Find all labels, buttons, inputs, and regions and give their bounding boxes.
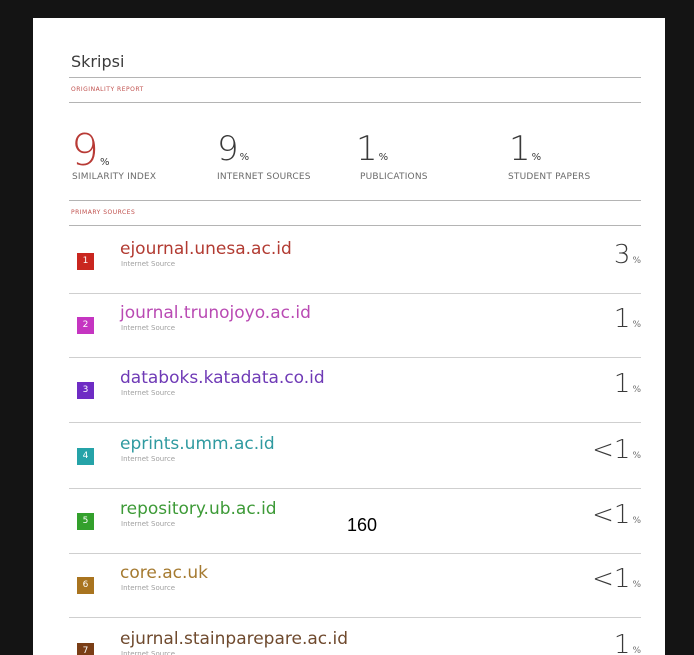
- source-row: 3 databoks.katadata.co.id Internet Sourc…: [69, 359, 641, 423]
- internet-sources-value: 9: [217, 129, 239, 169]
- row-divider: [69, 422, 641, 423]
- row-divider: [69, 357, 641, 358]
- similarity-index-value: 9: [71, 125, 99, 176]
- student-papers-value: 1: [509, 129, 531, 169]
- window-frame-left: [0, 0, 33, 655]
- row-divider: [69, 617, 641, 618]
- source-row: 2 journal.trunojoyo.ac.id Internet Sourc…: [69, 294, 641, 358]
- source-rank-badge: 3: [77, 382, 94, 399]
- source-percent: <1%: [592, 564, 641, 594]
- source-type: Internet Source: [121, 455, 176, 463]
- source-row: 1 ejournal.unesa.ac.id Internet Source 3…: [69, 230, 641, 294]
- row-divider: [69, 488, 641, 489]
- source-row: 7 ejurnal.stainparepare.ac.id Internet S…: [69, 620, 641, 655]
- student-papers-label: STUDENT PAPERS: [508, 172, 591, 182]
- source-link[interactable]: databoks.katadata.co.id: [120, 368, 325, 388]
- summary-divider: [69, 200, 641, 201]
- source-link[interactable]: journal.trunojoyo.ac.id: [120, 303, 311, 323]
- source-percent: <1%: [592, 435, 641, 465]
- source-link[interactable]: core.ac.uk: [120, 563, 208, 583]
- publications-label: PUBLICATIONS: [360, 172, 428, 182]
- report-page: Skripsi ORIGINALITY REPORT 9% SIMILARITY…: [33, 18, 665, 655]
- source-rank-badge: 7: [77, 643, 94, 655]
- title-divider: [69, 77, 641, 78]
- source-row: 6 core.ac.uk Internet Source <1%: [69, 554, 641, 618]
- source-type: Internet Source: [121, 584, 176, 592]
- publications-value: 1: [356, 129, 378, 169]
- student-papers-unit: %: [531, 152, 542, 163]
- window-frame-right: [665, 0, 694, 655]
- source-type: Internet Source: [121, 324, 176, 332]
- source-rank-badge: 2: [77, 317, 94, 334]
- source-link[interactable]: ejournal.unesa.ac.id: [120, 239, 292, 259]
- primary-sources-label: PRIMARY SOURCES: [71, 209, 136, 216]
- internet-sources-unit: %: [239, 152, 250, 163]
- internet-sources-label: INTERNET SOURCES: [217, 172, 311, 182]
- similarity-index-unit: %: [100, 157, 110, 168]
- similarity-index-label: SIMILARITY INDEX: [72, 172, 157, 182]
- source-percent: 1%: [613, 630, 641, 655]
- source-percent: 1%: [613, 369, 641, 399]
- source-link[interactable]: repository.ub.ac.id: [120, 499, 277, 519]
- source-rank-badge: 1: [77, 253, 94, 270]
- source-type: Internet Source: [121, 389, 176, 397]
- source-rank-badge: 6: [77, 577, 94, 594]
- source-row: 4 eprints.umm.ac.id Internet Source <1%: [69, 425, 641, 489]
- source-rank-badge: 5: [77, 513, 94, 530]
- source-percent: <1%: [592, 500, 641, 530]
- page-number: 160: [347, 515, 378, 535]
- source-rank-badge: 4: [77, 448, 94, 465]
- originality-report-label: ORIGINALITY REPORT: [71, 86, 144, 93]
- document-title: Skripsi: [71, 52, 125, 71]
- source-type: Internet Source: [121, 260, 176, 268]
- source-link[interactable]: eprints.umm.ac.id: [120, 434, 275, 454]
- source-type: Internet Source: [121, 520, 176, 528]
- source-link[interactable]: ejurnal.stainparepare.ac.id: [120, 629, 348, 649]
- originality-divider: [69, 102, 641, 103]
- source-percent: 3%: [613, 240, 641, 270]
- source-type: Internet Source: [121, 650, 176, 655]
- primary-sources-divider: [69, 225, 641, 226]
- publications-unit: %: [378, 152, 389, 163]
- window-frame-top: [0, 0, 694, 18]
- source-percent: 1%: [613, 304, 641, 334]
